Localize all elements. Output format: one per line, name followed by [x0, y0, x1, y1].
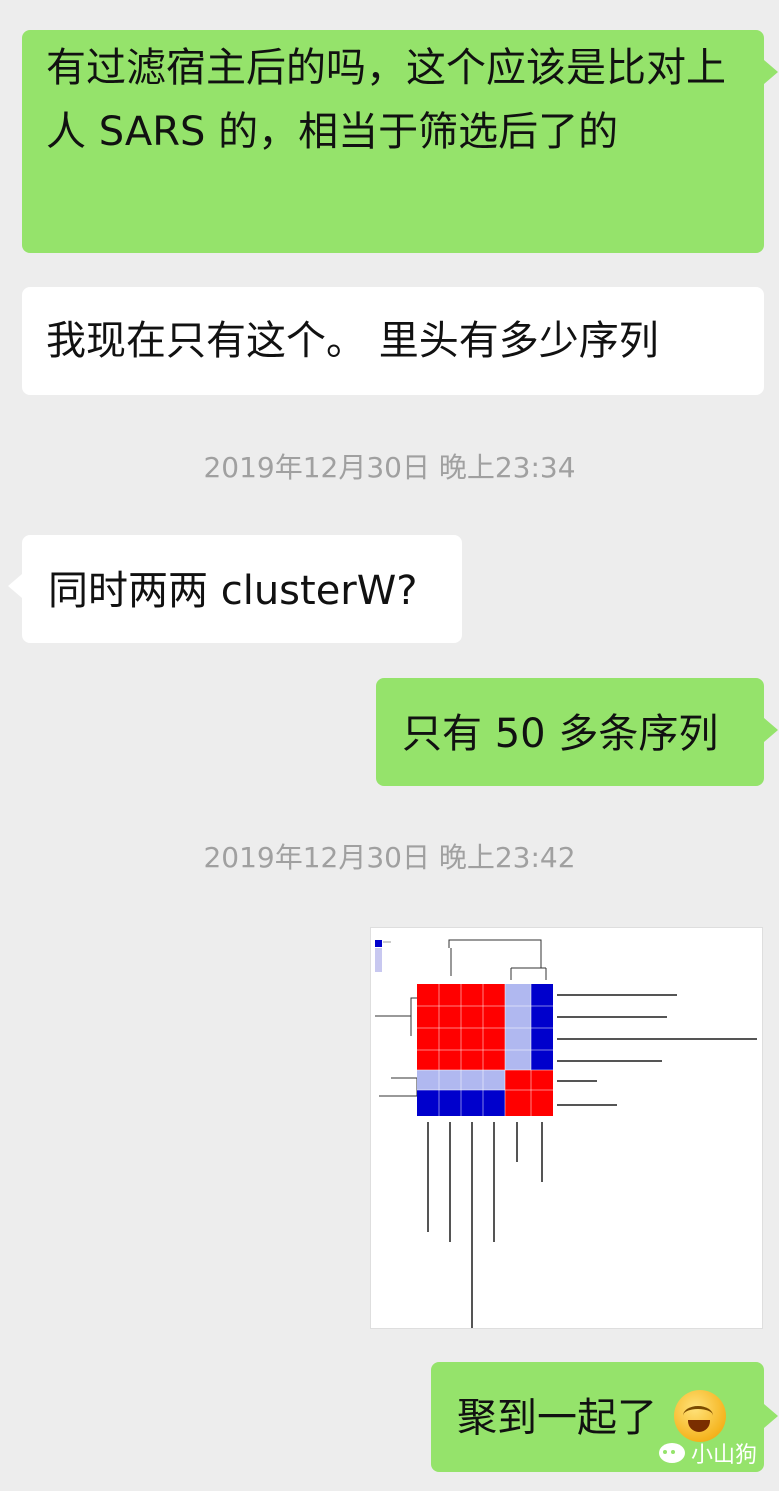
- face-with-tears-of-joy-icon: [673, 1390, 726, 1442]
- bubble-tail: [764, 1404, 778, 1428]
- bubble-tail: [8, 574, 22, 598]
- message-text: 聚到一起了: [457, 1395, 657, 1441]
- message-bubble-received[interactable]: 我现在只有这个。 里头有多少序列: [22, 287, 764, 395]
- message-text: 有过滤宿主后的吗，这个应该是比对上人 SARS 的，相当于筛选后了的: [46, 45, 726, 155]
- message-text: 同时两两 clusterW?: [48, 568, 418, 614]
- watermark-label: 小山狗: [690, 1443, 757, 1468]
- watermark: 小山狗: [658, 1437, 757, 1469]
- message-bubble-received[interactable]: 同时两两 clusterW?: [22, 535, 462, 643]
- message-text: 只有 50 多条序列: [402, 711, 719, 757]
- image-message-heatmap[interactable]: [370, 927, 763, 1332]
- message-text: 我现在只有这个。 里头有多少序列: [46, 318, 659, 364]
- heatmap-grid: [417, 984, 553, 1116]
- message-bubble-sent[interactable]: 有过滤宿主后的吗，这个应该是比对上人 SARS 的，相当于筛选后了的: [22, 30, 764, 253]
- wechat-icon: [658, 1443, 685, 1463]
- heatmap-image: [375, 939, 757, 1332]
- bubble-tail: [764, 60, 778, 84]
- message-bubble-sent[interactable]: 只有 50 多条序列: [376, 678, 764, 786]
- timestamp: 2019年12月30日 晚上23:42: [203, 841, 576, 874]
- timestamp: 2019年12月30日 晚上23:34: [203, 451, 576, 484]
- bubble-tail: [764, 718, 778, 742]
